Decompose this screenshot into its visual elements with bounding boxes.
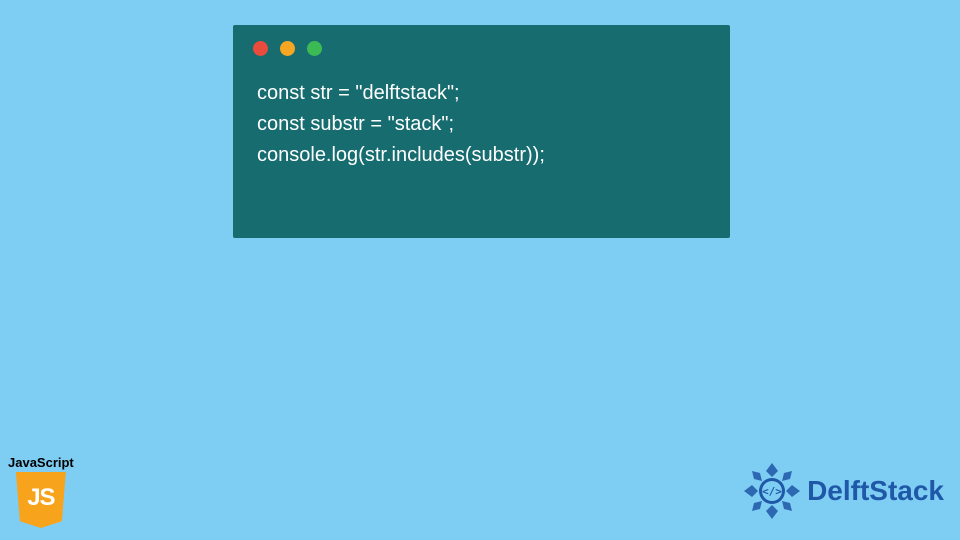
code-content: const str = "delftstack"; const substr =… [233,56,730,171]
maximize-icon [307,41,322,56]
js-shield-icon: JS [16,472,66,528]
code-window: const str = "delftstack"; const substr =… [233,25,730,238]
window-controls [233,25,730,56]
js-shield-text: JS [27,484,54,512]
code-line: const substr = "stack"; [257,113,454,135]
code-line: console.log(str.includes(substr)); [257,144,545,166]
delftstack-logo: </> DelftStack [741,460,944,522]
close-icon [253,41,268,56]
javascript-badge: JavaScript JS [8,455,74,528]
delftstack-text: DelftStack [807,475,944,507]
code-line: const str = "delftstack"; [257,82,460,104]
svg-text:</>: </> [762,485,782,498]
minimize-icon [280,41,295,56]
delftstack-icon: </> [741,460,803,522]
js-label: JavaScript [8,455,74,470]
